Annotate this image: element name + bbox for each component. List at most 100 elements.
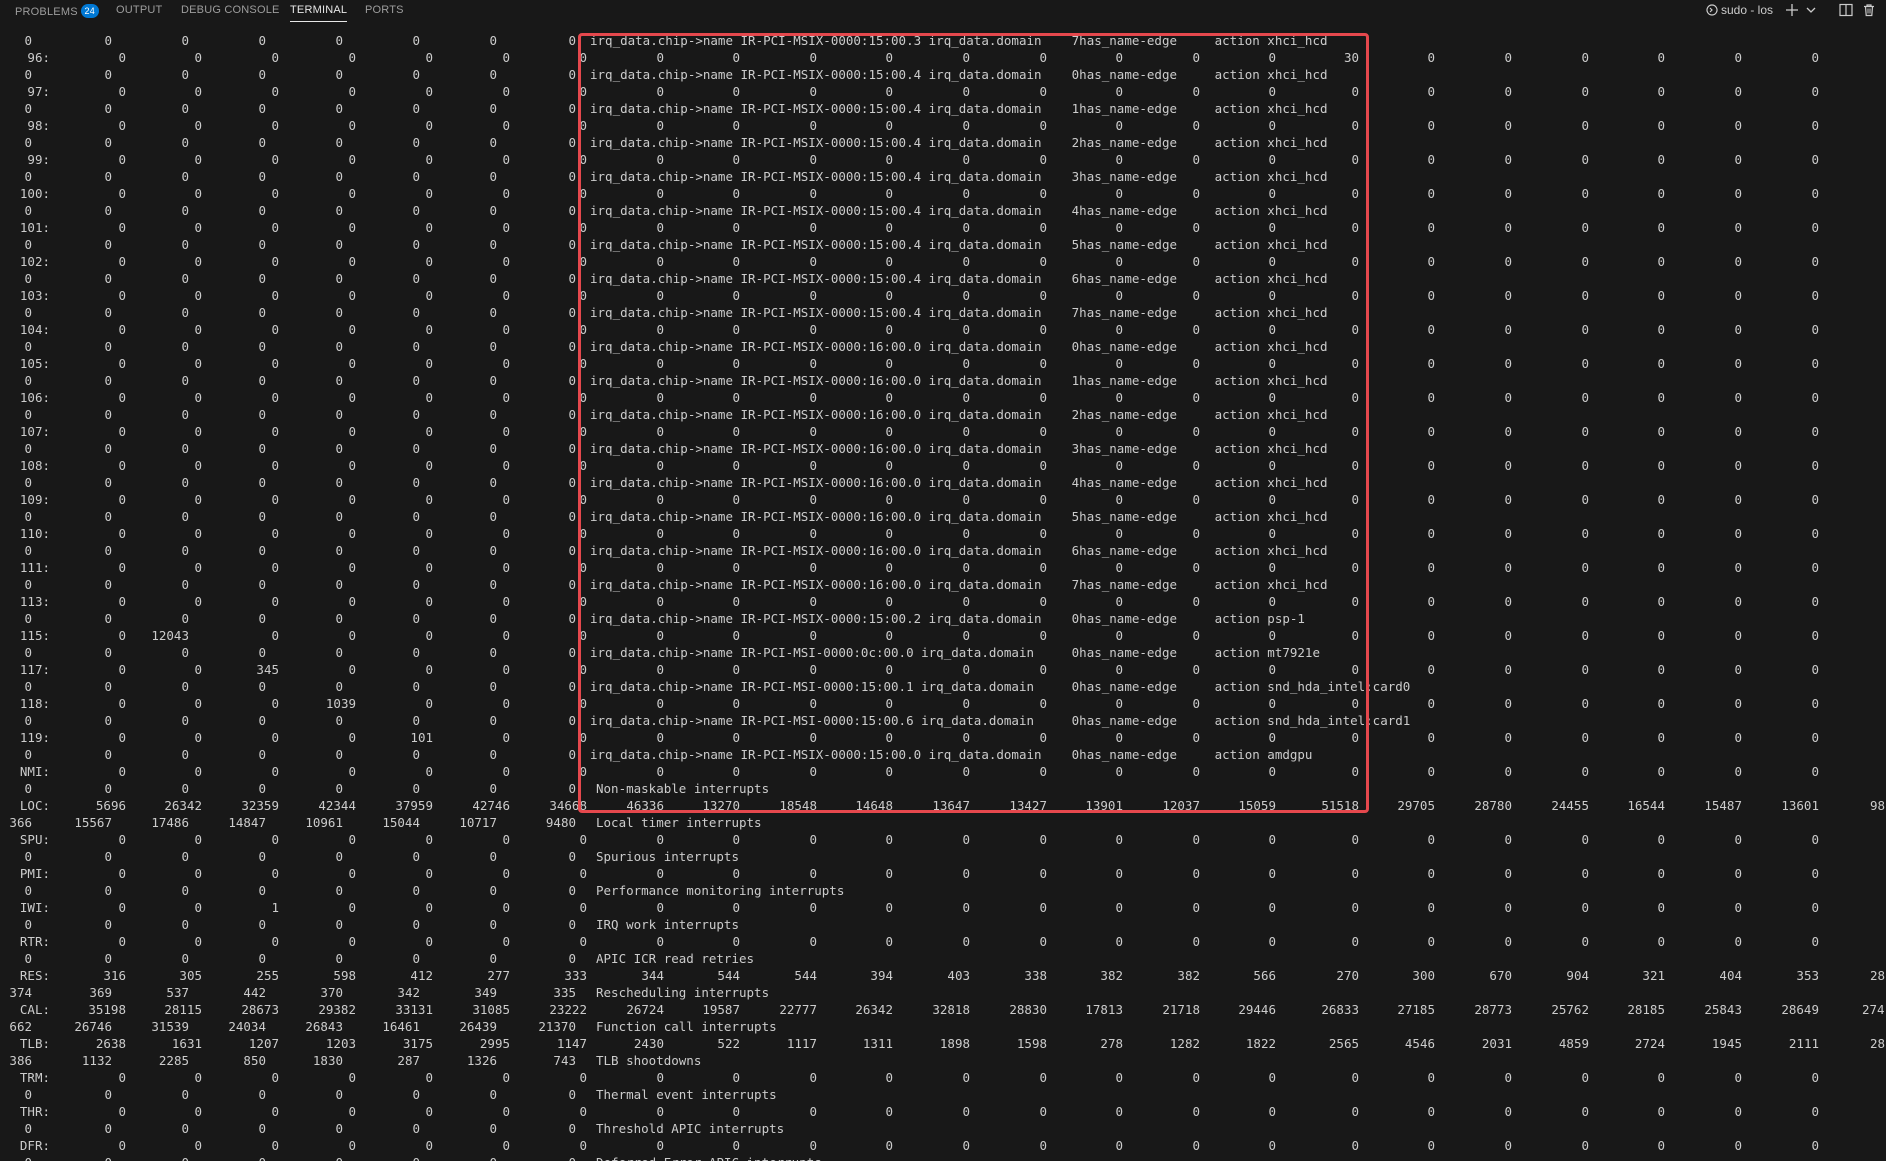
tab-problems[interactable]: PROBLEMS 24 (15, 4, 99, 22)
terminal-text: irq_data.chip->name IR-PCI-MSIX-0000:16:… (590, 475, 1328, 490)
tab-terminal[interactable]: TERMINAL (290, 4, 348, 22)
terminal-cell: 0 (568, 67, 576, 82)
terminal-text: irq_data.chip->name IR-PCI-MSIX-0000:15:… (590, 237, 1328, 252)
terminal-text: Spurious interrupts (596, 849, 739, 864)
terminal-text: irq_data.chip->name IR-PCI-MSIX-0000:15:… (590, 101, 1328, 116)
terminal-text: APIC ICR read retries (596, 951, 755, 966)
terminal-text: Function call interrupts (596, 1019, 777, 1034)
terminal-cell: 0 (568, 679, 576, 694)
terminal-cell: 0 (1811, 696, 1819, 711)
terminal-cell: 0 (1811, 220, 1819, 235)
terminal-cell: 0 (1811, 1104, 1819, 1119)
terminal-text: irq_data.chip->name IR-PCI-MSIX-0000:15:… (590, 271, 1328, 286)
tab-ports[interactable]: PORTS (365, 4, 404, 22)
terminal-text: irq_data.chip->name IR-PCI-MSIX-0000:16:… (590, 577, 1328, 592)
terminal-text: 28 (1870, 1036, 1886, 1051)
terminal-cell: 335 (553, 985, 576, 1000)
terminal-text: Non-maskable interrupts (596, 781, 770, 796)
terminal-cell: 0 (568, 373, 576, 388)
terminal-cell: 0 (1811, 832, 1819, 847)
tab-output-label: OUTPUT (116, 4, 163, 16)
terminal-shell-picker[interactable]: sudo - los (1706, 3, 1773, 17)
terminal-cell: 0 (568, 33, 576, 48)
terminal-cell: 0 (0, 1154, 576, 1161)
terminal-text: irq_data.chip->name IR-PCI-MSIX-0000:16:… (590, 373, 1328, 388)
terminal-text: irq_data.chip->name IR-PCI-MSIX-0000:15:… (590, 67, 1328, 82)
terminal-cell: 0 (568, 407, 576, 422)
terminal-text: irq_data.chip->name IR-PCI-MSIX-0000:15:… (590, 33, 1328, 48)
terminal-cell: 0 (568, 1087, 576, 1102)
terminal-cell: 0 (568, 781, 576, 796)
terminal-cell: 13601 (1781, 798, 1819, 813)
terminal-cell: 0 (1811, 526, 1819, 541)
terminal-text: IRQ work interrupts (596, 917, 739, 932)
tab-output[interactable]: OUTPUT (116, 4, 162, 22)
tab-problems-label: PROBLEMS (15, 6, 78, 18)
terminal-text: irq_data.chip->name IR-PCI-MSIX-0000:16:… (590, 339, 1328, 354)
terminal-text: irq_data.chip->name IR-PCI-MSIX-0000:15:… (590, 203, 1328, 218)
terminal-icon (1706, 4, 1718, 16)
plus-icon[interactable] (1785, 3, 1799, 17)
terminal-cell: 0 (1811, 322, 1819, 337)
terminal-cell: 0 (1811, 594, 1819, 609)
terminal-output[interactable]: 0 0 0 0 0 0 0 0 irq_data.chip->name IR-PCI-MSIX-… (0, 22, 1886, 1161)
terminal-cell: 0 (1811, 1138, 1819, 1153)
terminal-text: irq_data.chip->name IR-PCI-MSI-0000:0c:0… (590, 645, 1320, 660)
terminal-cell: 0 (1811, 50, 1819, 65)
terminal-cell: 0 (1811, 356, 1819, 371)
terminal-cell: 0 (1811, 730, 1819, 745)
terminal-text: irq_data.chip->name IR-PCI-MSIX-0000:16:… (590, 441, 1328, 456)
terminal-cell: 0 (1811, 764, 1819, 779)
terminal-cell: 0 (1811, 866, 1819, 881)
terminal-text: TLB shootdowns (596, 1053, 702, 1068)
tab-ports-label: PORTS (365, 4, 404, 16)
terminal-text: irq_data.chip->name IR-PCI-MSIX-0000:15:… (590, 305, 1328, 320)
terminal-cell: 0 (568, 577, 576, 592)
terminal-text: Local timer interrupts (596, 815, 762, 830)
terminal-text: irq_data.chip->name IR-PCI-MSI-0000:15:0… (590, 713, 1411, 728)
panel-tab-bar: PROBLEMS 24 OUTPUT DEBUG CONSOLE TERMINAL… (0, 0, 1886, 22)
split-icon[interactable] (1839, 3, 1853, 17)
terminal-text: irq_data.chip->name IR-PCI-MSIX-0000:16:… (590, 407, 1328, 422)
terminal-cell: 0 (1811, 560, 1819, 575)
terminal-cell: 0 (1811, 152, 1819, 167)
terminal-cell: 0 (568, 611, 576, 626)
terminal-cell: 2111 (1788, 1036, 1819, 1051)
terminal-cell: 0 (568, 951, 576, 966)
tab-terminal-label: TERMINAL (290, 4, 348, 16)
terminal-cell: 21370 (538, 1019, 576, 1034)
terminal-cell: 28649 (1781, 1002, 1819, 1017)
terminal-cell: 0 (1811, 254, 1819, 269)
terminal-cell: 0 (1811, 934, 1819, 949)
terminal-text: Rescheduling interrupts (596, 985, 770, 1000)
terminal-cell: 0 (1811, 390, 1819, 405)
terminal-text: 98 (1870, 798, 1886, 813)
terminal-cell: 353 (1796, 968, 1819, 983)
chevron-down-icon[interactable] (1806, 3, 1816, 17)
terminal-cell: 0 (568, 135, 576, 150)
terminal-cell: 0 (1811, 492, 1819, 507)
terminal-cell: 0 (568, 441, 576, 456)
terminal-cell: 743 (553, 1053, 576, 1068)
terminal-cell: 0 (568, 271, 576, 286)
terminal-cell: 0 (568, 237, 576, 252)
terminal-cell: 0 (1811, 118, 1819, 133)
tab-debug-console[interactable]: DEBUG CONSOLE (181, 4, 280, 22)
terminal-cell: 9480 (545, 815, 576, 830)
terminal-text: Threshold APIC interrupts (596, 1121, 785, 1136)
terminal-cell: 0 (568, 917, 576, 932)
terminal-cell: 0 (568, 713, 576, 728)
terminal-text: 28 (1870, 968, 1886, 983)
trash-icon[interactable] (1862, 3, 1876, 17)
tab-debug-console-label: DEBUG CONSOLE (181, 4, 280, 16)
terminal-cell: 0 (1811, 662, 1819, 677)
terminal-cell: 0 (1811, 84, 1819, 99)
terminal-text: irq_data.chip->name IR-PCI-MSIX-0000:15:… (590, 135, 1328, 150)
terminal-cell: 0 (568, 849, 576, 864)
terminal-cell: 0 (568, 543, 576, 558)
terminal-text: Thermal event interrupts (596, 1087, 777, 1102)
terminal-cell: 0 (1811, 900, 1819, 915)
terminal-cell: 0 (568, 475, 576, 490)
terminal-shell-label: sudo - los (1720, 3, 1773, 17)
terminal-cell: 0 (568, 747, 576, 762)
